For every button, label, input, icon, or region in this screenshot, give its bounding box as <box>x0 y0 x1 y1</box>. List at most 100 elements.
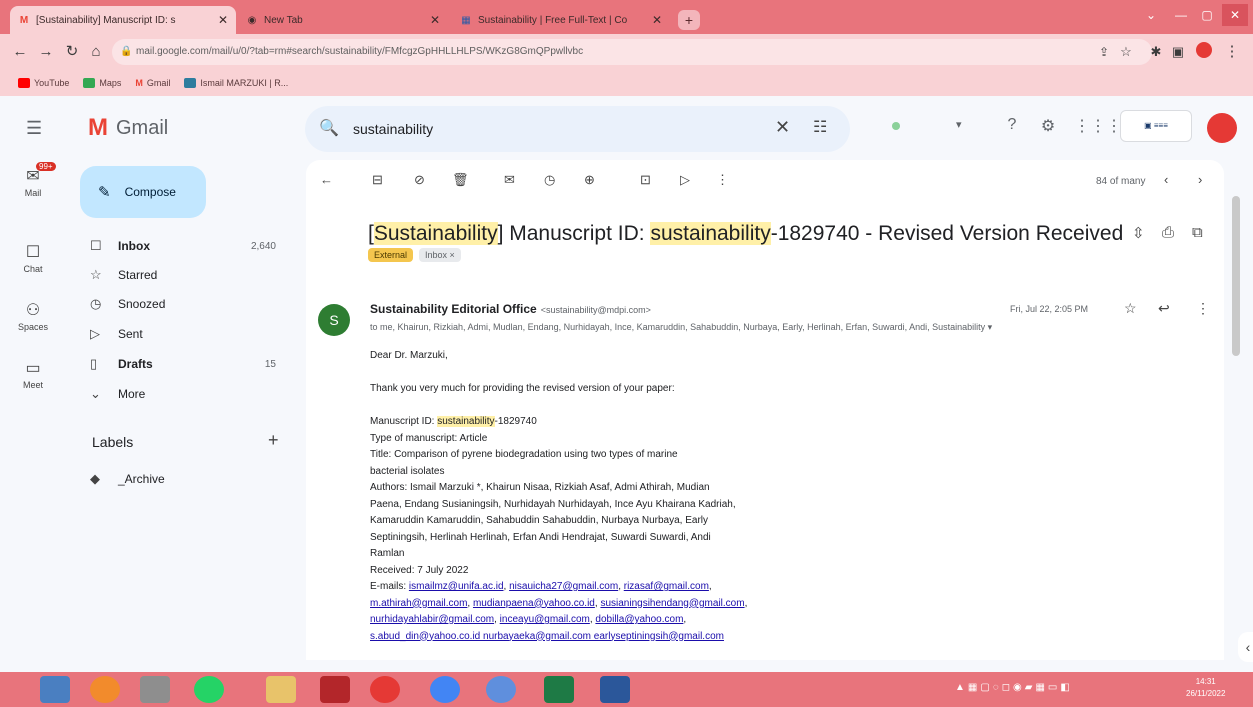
browser-tab-mdpi[interactable]: ▦ Sustainability | Free Full-Text | Co ✕ <box>452 6 670 34</box>
side-panel-toggle-icon[interactable]: ‹ <box>1238 632 1253 662</box>
chrome-taskbar-icon[interactable] <box>430 676 460 703</box>
nav-more[interactable]: ⌄ More <box>90 380 290 408</box>
help-icon[interactable]: ? <box>1000 116 1024 140</box>
share-icon[interactable]: ⇪ <box>1094 42 1114 62</box>
close-tab-icon[interactable]: ✕ <box>652 13 662 27</box>
close-tab-icon[interactable]: ✕ <box>430 13 440 27</box>
back-to-list-icon[interactable]: ← <box>320 172 333 187</box>
forward-icon[interactable]: → <box>36 42 56 62</box>
tab-title: New Tab <box>264 14 303 26</box>
status-indicator[interactable]: ▾ <box>866 116 976 140</box>
nav-inbox[interactable]: ☐ Inbox 2,640 <box>90 232 290 260</box>
browser-tab-gmail[interactable]: M [Sustainability] Manuscript ID: s ✕ <box>10 6 236 34</box>
rail-chat[interactable]: ☐ Chat <box>10 242 56 274</box>
home-icon[interactable]: ⌂ <box>86 42 106 62</box>
new-tab-button[interactable]: + <box>678 10 700 30</box>
nav-starred[interactable]: ☆ Starred <box>90 261 290 289</box>
extensions-icon[interactable]: ✱ <box>1146 42 1166 62</box>
email-link[interactable]: ismailmz@unifa.ac.id <box>409 581 504 592</box>
message-more-icon[interactable]: ⋮ <box>1196 300 1210 317</box>
external-label: External <box>368 248 414 262</box>
gmail-logo[interactable]: M Gmail <box>88 114 168 142</box>
apps-grid-icon[interactable]: ⋮⋮⋮ <box>1074 116 1122 140</box>
label-archive[interactable]: ◆ _Archive <box>90 465 290 493</box>
report-spam-icon[interactable]: ⊘ <box>414 172 425 188</box>
email-link[interactable]: s.abud_din@yahoo.co.id nurbayaeka@gmail.… <box>370 631 724 642</box>
back-icon[interactable]: ← <box>10 42 30 62</box>
email-link[interactable]: m.athirah@gmail.com <box>370 598 467 609</box>
archive-icon[interactable]: ⊟ <box>372 172 383 188</box>
reload-icon[interactable]: ↻ <box>62 42 82 62</box>
tab-search-icon[interactable]: ⌄ <box>1138 4 1164 26</box>
email-link[interactable]: nurhidayahlabir@gmail.com <box>370 614 494 625</box>
rail-spaces[interactable]: ⚇ Spaces <box>10 300 56 332</box>
mark-unread-icon[interactable]: ✉ <box>504 172 515 188</box>
older-icon[interactable]: › <box>1198 172 1202 187</box>
opera-icon[interactable] <box>370 676 400 703</box>
firefox-icon[interactable] <box>90 676 120 703</box>
excel-icon[interactable] <box>544 676 574 703</box>
print-icon[interactable]: ⎙ <box>1162 224 1174 241</box>
reply-icon[interactable]: ↩ <box>1158 300 1170 317</box>
address-bar[interactable]: 🔒 mail.google.com/mail/u/0/?tab=rm#searc… <box>112 39 1152 65</box>
bookmark-gmail[interactable]: M Gmail <box>135 78 170 88</box>
add-task-icon[interactable]: ⊕ <box>584 172 595 188</box>
email-link[interactable]: nisauicha27@gmail.com <box>509 581 618 592</box>
organization-logo[interactable]: ▣ ≡≡≡ <box>1120 110 1192 142</box>
maximize-button[interactable]: ▢ <box>1194 4 1220 26</box>
rail-meet[interactable]: ▭ Meet <box>10 358 56 390</box>
inbox-label-chip[interactable]: Inbox × <box>419 248 461 262</box>
scrollbar-thumb[interactable] <box>1232 196 1240 356</box>
label-icon[interactable]: ▷ <box>680 172 690 188</box>
bookmark-youtube[interactable]: YouTube <box>18 78 69 88</box>
mendeley-icon[interactable] <box>320 676 350 703</box>
newer-icon[interactable]: ‹ <box>1164 172 1168 187</box>
move-to-icon[interactable]: ⊡ <box>640 172 651 188</box>
file-explorer-icon[interactable] <box>266 676 296 703</box>
clear-search-icon[interactable]: ✕ <box>775 117 790 138</box>
browser-tab-new-tab[interactable]: ◉ New Tab ✕ <box>238 6 448 34</box>
nav-drafts[interactable]: ▯ Drafts 15 <box>90 350 290 378</box>
minimize-button[interactable]: — <box>1168 4 1194 26</box>
account-avatar[interactable] <box>1207 113 1237 143</box>
star-message-icon[interactable]: ☆ <box>1124 300 1137 317</box>
sidepanel-icon[interactable]: ▣ <box>1168 42 1188 62</box>
close-tab-icon[interactable]: ✕ <box>218 13 228 27</box>
add-label-icon[interactable]: + <box>268 430 279 451</box>
sender-name[interactable]: Sustainability Editorial Office <box>370 302 537 316</box>
system-tray[interactable]: ▲▦▢◌◻◉▰▦▭◧ <box>955 682 1175 696</box>
bookmark-star-icon[interactable]: ☆ <box>1116 42 1136 62</box>
email-link[interactable]: susianingsihendang@gmail.com <box>600 598 744 609</box>
profile-icon[interactable] <box>1194 42 1214 62</box>
bookmark-maps[interactable]: Maps <box>83 78 121 88</box>
close-window-button[interactable]: ✕ <box>1222 4 1248 26</box>
start-button-icon[interactable] <box>40 676 70 703</box>
nav-snoozed[interactable]: ◷ Snoozed <box>90 290 290 318</box>
nav-sent[interactable]: ▷ Sent <box>90 320 290 348</box>
expand-all-icon[interactable]: ⇳ <box>1132 224 1145 242</box>
settings-gear-icon[interactable]: ⚙ <box>1036 116 1060 140</box>
email-link[interactable]: mudianpaena@yahoo.co.id <box>473 598 595 609</box>
email-link[interactable]: dobilla@yahoo.com <box>595 614 683 625</box>
bookmark-researchgate[interactable]: Ismail MARZUKI | R... <box>184 78 288 88</box>
rail-mail[interactable]: ✉ 99+ Mail <box>10 162 56 198</box>
taskbar-clock[interactable]: 14:31 26/11/2022 <box>1186 676 1225 700</box>
chrome-profile-taskbar-icon[interactable] <box>486 676 516 703</box>
word-icon[interactable] <box>600 676 630 703</box>
delete-icon[interactable]: 🗑 <box>452 172 469 188</box>
whatsapp-icon[interactable] <box>194 676 224 703</box>
email-link[interactable]: inceayu@gmail.com <box>500 614 590 625</box>
browser-menu-icon[interactable]: ⋮ <box>1222 42 1242 62</box>
sender-avatar[interactable]: S <box>318 304 350 336</box>
more-actions-icon[interactable]: ⋮ <box>716 172 729 188</box>
email-link[interactable]: rizasaf@gmail.com <box>624 581 709 592</box>
compose-button[interactable]: ✎ Compose <box>80 166 206 218</box>
new-window-icon[interactable]: ⧉ <box>1192 224 1203 241</box>
recipients-line[interactable]: to me, Khairun, Rizkiah, Admi, Mudlan, E… <box>370 322 992 333</box>
search-options-icon[interactable]: ☷ <box>813 117 827 137</box>
media-player-icon[interactable] <box>140 676 170 703</box>
search-icon[interactable]: 🔍 <box>319 118 339 138</box>
search-input[interactable] <box>353 118 753 140</box>
snooze-icon[interactable]: ◷ <box>544 172 555 188</box>
main-menu-icon[interactable]: ☰ <box>26 118 42 139</box>
